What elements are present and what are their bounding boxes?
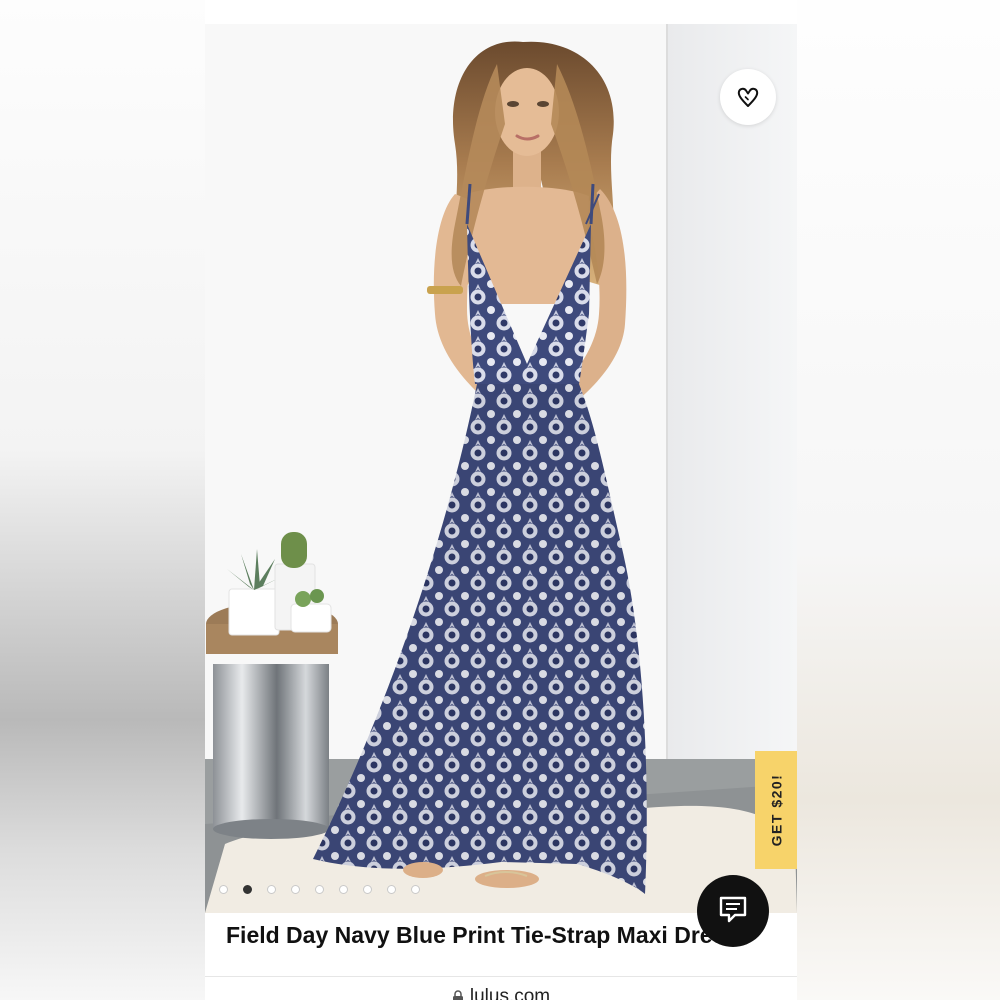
gallery-dot[interactable] (411, 885, 420, 894)
gallery-dot[interactable] (387, 885, 396, 894)
lock-icon (452, 990, 464, 1000)
gallery-dot-active[interactable] (243, 885, 252, 894)
gallery-dot[interactable] (315, 885, 324, 894)
favorite-button[interactable] (720, 69, 776, 125)
heart-icon (735, 84, 761, 110)
backdrop-right (797, 0, 1000, 1000)
gallery-dot[interactable] (339, 885, 348, 894)
promo-label: GET $20! (768, 773, 785, 847)
chat-button[interactable] (697, 875, 769, 947)
gallery-dot[interactable] (291, 885, 300, 894)
chat-bubble-icon (716, 892, 750, 931)
gallery-dot[interactable] (219, 885, 228, 894)
get-20-promo-tab[interactable]: GET $20! (755, 751, 797, 869)
product-image[interactable]: GET $20! (205, 24, 797, 913)
product-photo-illustration (205, 24, 797, 913)
browser-url-bar[interactable]: lulus.com (205, 976, 797, 1000)
gallery-dot[interactable] (363, 885, 372, 894)
phone-screen: GET $20! Field Day Navy Blue Print Tie-S… (205, 0, 797, 1000)
gallery-dot[interactable] (267, 885, 276, 894)
gallery-pagination (219, 885, 420, 894)
backdrop-left (0, 0, 205, 1000)
url-text: lulus.com (469, 986, 551, 1000)
